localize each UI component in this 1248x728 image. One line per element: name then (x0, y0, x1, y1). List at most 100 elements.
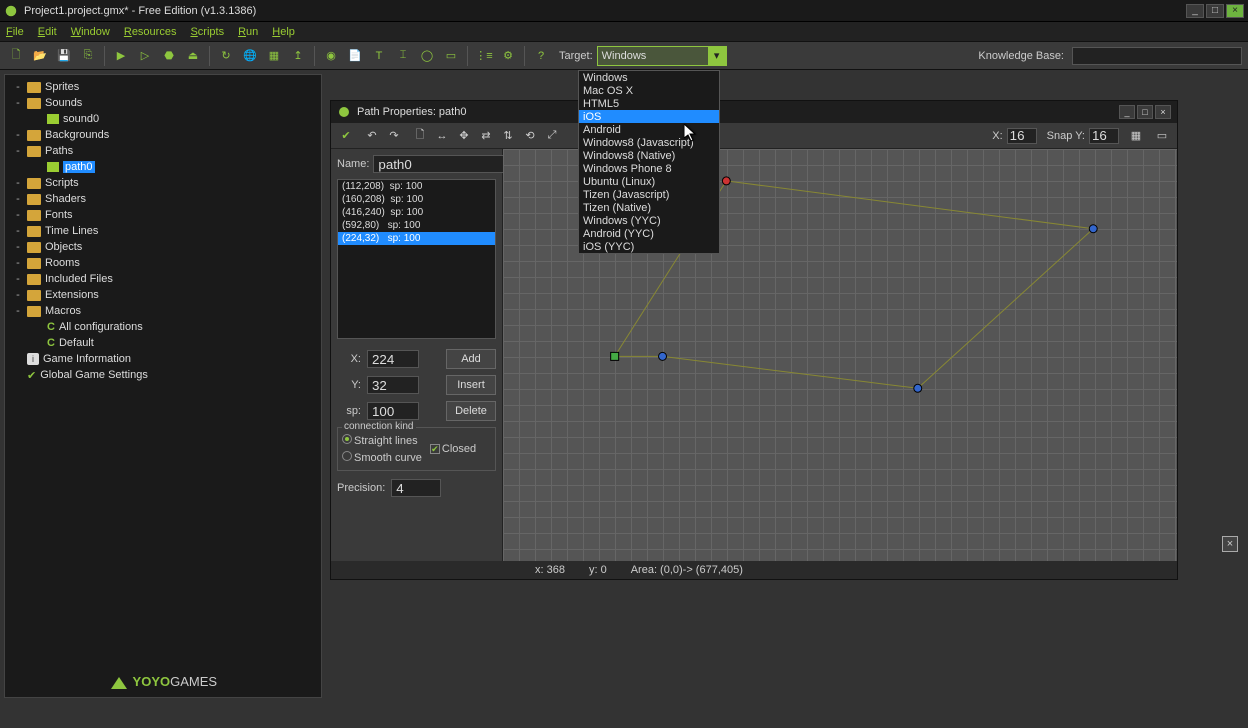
tree-row[interactable]: -Included Files (9, 271, 317, 287)
object-icon[interactable]: ◯ (417, 46, 437, 66)
minimize-button[interactable]: _ (1186, 4, 1204, 18)
tree-row[interactable]: ✔Global Game Settings (9, 367, 317, 383)
expand-icon[interactable]: - (13, 225, 23, 237)
menu-scripts[interactable]: Scripts (190, 26, 224, 38)
ok-icon[interactable]: ✔ (337, 127, 355, 145)
target-option[interactable]: iOS (579, 110, 719, 123)
redo-icon[interactable]: ↷ (385, 127, 403, 145)
target-option[interactable]: Windows (579, 71, 719, 84)
settings1-icon[interactable]: ⋮≡ (474, 46, 494, 66)
point-list-item[interactable]: (112,208) sp: 100 (338, 180, 495, 193)
grid-icon[interactable]: ▦ (1127, 127, 1145, 145)
tree-row[interactable]: -Backgrounds (9, 127, 317, 143)
tree-row[interactable]: -Paths (9, 143, 317, 159)
timeline-icon[interactable]: ⌶ (393, 46, 413, 66)
tree-row[interactable]: iGame Information (9, 351, 317, 367)
mirror-v-icon[interactable]: ⇅ (499, 127, 517, 145)
upload-icon[interactable]: ↥ (288, 46, 308, 66)
radio-smooth[interactable]: Smooth curve (342, 451, 422, 464)
refresh-icon[interactable]: ↻ (216, 46, 236, 66)
target-option[interactable]: Windows Phone 8 (579, 162, 719, 175)
help-icon[interactable]: ? (531, 46, 551, 66)
floating-close-button[interactable]: × (1222, 536, 1238, 552)
target-option[interactable]: Tizen (Javascript) (579, 188, 719, 201)
settings2-icon[interactable]: ⚙ (498, 46, 518, 66)
menu-resources[interactable]: Resources (124, 26, 177, 38)
expand-icon[interactable]: - (13, 193, 23, 205)
undo-icon[interactable]: ↶ (363, 127, 381, 145)
tree-row[interactable]: -Objects (9, 239, 317, 255)
expand-icon[interactable]: - (13, 257, 23, 269)
expand-icon[interactable]: - (13, 241, 23, 253)
y-input[interactable] (367, 376, 419, 394)
tree-row[interactable]: -Sounds (9, 95, 317, 111)
target-select[interactable]: Windows ▾ (597, 46, 727, 66)
point-list-item[interactable]: (592,80) sp: 100 (338, 219, 495, 232)
tree-row[interactable]: -Macros (9, 303, 317, 319)
pw-minimize-button[interactable]: _ (1119, 105, 1135, 119)
sprite-icon[interactable]: ◉ (321, 46, 341, 66)
maximize-button[interactable]: □ (1206, 4, 1224, 18)
target-option[interactable]: Tizen (Native) (579, 201, 719, 214)
tree-row[interactable]: sound0 (9, 111, 317, 127)
insert-button[interactable]: Insert (446, 375, 496, 395)
compile-icon[interactable]: ⬣ (159, 46, 179, 66)
tree-row[interactable]: -Shaders (9, 191, 317, 207)
export-icon[interactable]: ⎘ (78, 46, 98, 66)
tree-row[interactable]: CAll configurations (9, 319, 317, 335)
menu-window[interactable]: Window (71, 26, 110, 38)
expand-icon[interactable]: - (13, 177, 23, 189)
reverse-icon[interactable]: ↔ (433, 127, 451, 145)
menu-edit[interactable]: Edit (38, 26, 57, 38)
expand-icon[interactable]: - (13, 305, 23, 317)
menu-help[interactable]: Help (272, 26, 295, 38)
tree-row[interactable]: CDefault (9, 335, 317, 351)
expand-icon[interactable]: - (13, 97, 23, 109)
target-option[interactable]: Android (YYC) (579, 227, 719, 240)
target-option[interactable]: Ubuntu (Linux) (579, 175, 719, 188)
tree-row[interactable]: -Extensions (9, 287, 317, 303)
tree-row[interactable]: -Scripts (9, 175, 317, 191)
room-icon[interactable]: ▭ (441, 46, 461, 66)
package-icon[interactable]: ▦ (264, 46, 284, 66)
stop-icon[interactable]: ⏏ (183, 46, 203, 66)
script-icon[interactable]: 📄 (345, 46, 365, 66)
menu-file[interactable]: File (6, 26, 24, 38)
target-dropdown[interactable]: WindowsMac OS XHTML5iOSAndroidWindows8 (… (578, 70, 720, 254)
snapx-input[interactable] (1007, 128, 1037, 144)
rotate-icon[interactable]: ⟲ (521, 127, 539, 145)
run-debug-icon[interactable]: ▷ (135, 46, 155, 66)
expand-icon[interactable]: - (13, 273, 23, 285)
open-icon[interactable]: 📂 (30, 46, 50, 66)
globe-icon[interactable]: 🌐 (240, 46, 260, 66)
mirror-h-icon[interactable]: ⇄ (477, 127, 495, 145)
add-button[interactable]: Add (446, 349, 496, 369)
pw-close-button[interactable]: × (1155, 105, 1171, 119)
expand-icon[interactable]: - (13, 145, 23, 157)
point-list[interactable]: (112,208) sp: 100(160,208) sp: 100(416,2… (337, 179, 496, 339)
save-icon[interactable]: 💾 (54, 46, 74, 66)
tree-row[interactable]: -Fonts (9, 207, 317, 223)
point-list-item[interactable]: (224,32) sp: 100 (338, 232, 495, 245)
expand-icon[interactable]: - (13, 129, 23, 141)
clear-icon[interactable]: 🗋 (411, 127, 429, 145)
new-icon[interactable]: 🗋 (6, 46, 26, 66)
font-icon[interactable]: T (369, 46, 389, 66)
run-normal-icon[interactable]: ▶ (111, 46, 131, 66)
dropdown-arrow-icon[interactable]: ▾ (708, 47, 726, 65)
tree-row[interactable]: -Rooms (9, 255, 317, 271)
kb-input[interactable] (1072, 47, 1242, 65)
sp-input[interactable] (367, 402, 419, 420)
target-option[interactable]: Windows8 (Javascript) (579, 136, 719, 149)
delete-button[interactable]: Delete (446, 401, 496, 421)
close-button[interactable]: × (1226, 4, 1244, 18)
closed-checkbox[interactable]: ✔Closed (430, 443, 476, 455)
tree-row[interactable]: -Sprites (9, 79, 317, 95)
tree-row[interactable]: -Time Lines (9, 223, 317, 239)
target-option[interactable]: Windows8 (Native) (579, 149, 719, 162)
x-input[interactable] (367, 350, 419, 368)
expand-icon[interactable]: - (13, 209, 23, 221)
expand-icon[interactable]: - (13, 81, 23, 93)
target-option[interactable]: iOS (YYC) (579, 240, 719, 253)
target-option[interactable]: Windows (YYC) (579, 214, 719, 227)
